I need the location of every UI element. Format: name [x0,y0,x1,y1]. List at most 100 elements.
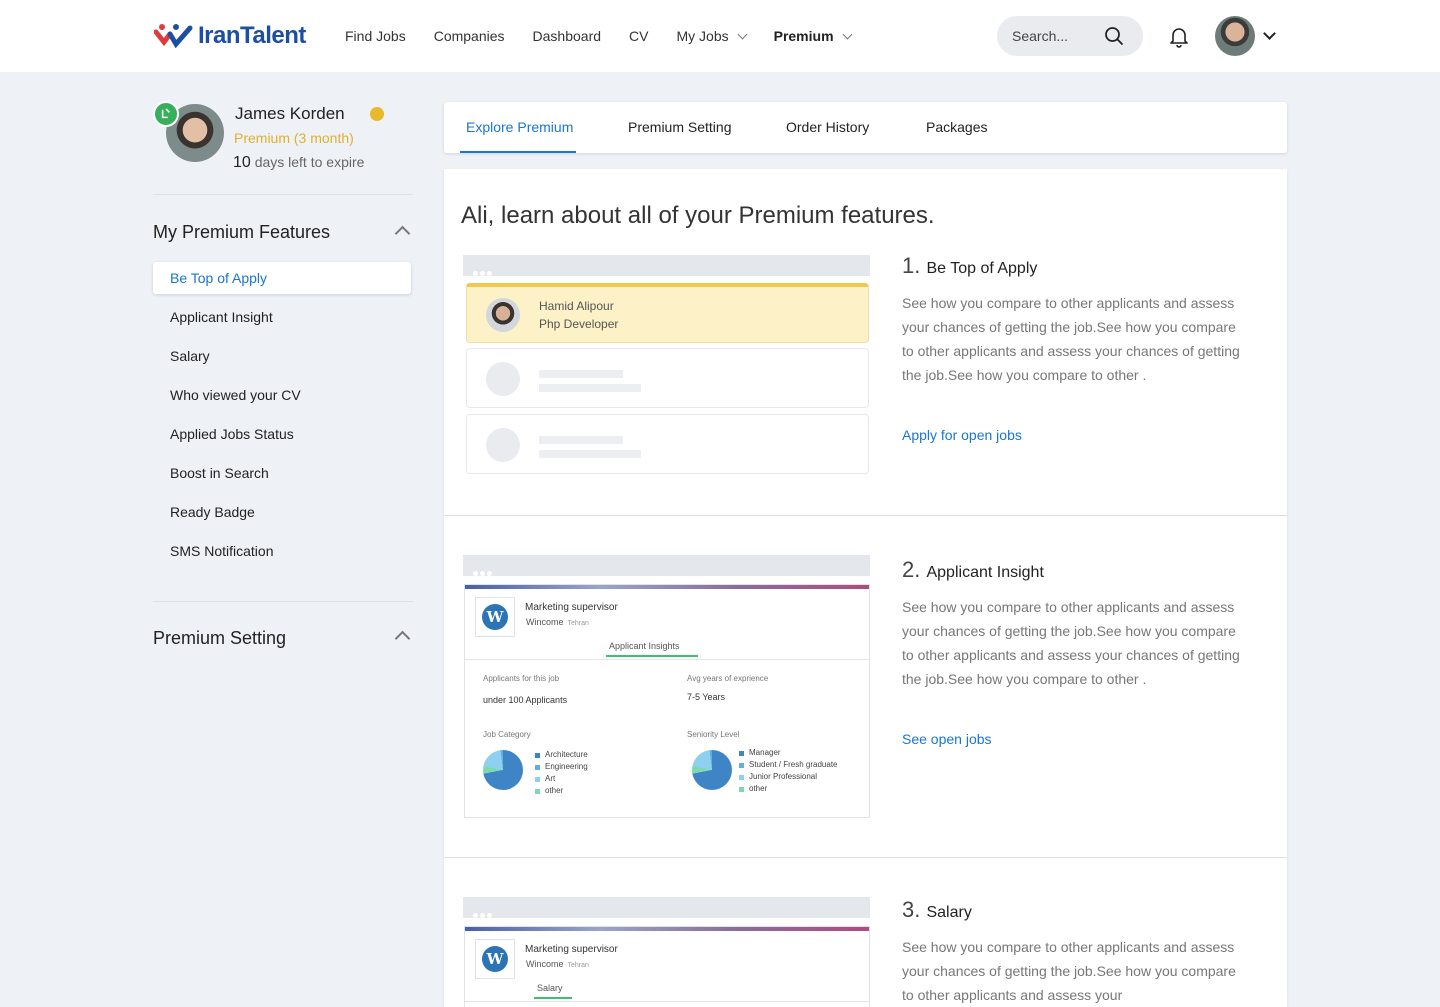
legend-item: other [535,785,588,797]
mock-city: Tehran [567,620,589,627]
active-tab-indicator [460,151,576,153]
search-box [997,16,1143,56]
gradient-bar [465,927,869,931]
sidebar-item-sms-notification[interactable]: SMS Notification [153,535,411,574]
search-icon[interactable] [1105,27,1123,45]
sidebar-item-be-top-of-apply[interactable]: Be Top of Apply [153,262,411,294]
legend-label: Student / Fresh graduate [749,760,838,769]
feature-title: Be Top of Apply [926,260,1038,277]
mock-tab-indicator [606,655,698,657]
chevron-up-icon[interactable] [394,630,411,647]
experience-label: Avg years of exprience [687,674,769,683]
bell-icon[interactable] [1167,24,1191,48]
legend-label: Engineering [545,762,588,771]
applicant-insight-mock: W Marketing supervisor Wincome Tehran App… [464,584,870,818]
nav-companies[interactable]: Companies [434,28,505,44]
company-logo: W [475,939,515,979]
nav-cv[interactable]: CV [629,28,648,44]
applicants-label: Applicants for this job [483,674,560,683]
section-divider [444,515,1287,516]
premium-features-menu: Be Top of Apply Applicant Insight Salary… [153,262,411,574]
feature-number: 1 [902,253,915,278]
sidebar-divider [153,601,413,602]
expire-label: days left to expire [254,154,365,170]
legend-label: Architecture [545,750,588,759]
legend-label: other [545,786,564,795]
chevron-down-icon [842,29,852,39]
legend-label: Manager [749,748,781,757]
top-navbar: IranTalent Find Jobs Companies Dashboard… [0,0,1440,72]
mock-tab-indicator [534,997,572,999]
feature-heading-3: 3. Salary [902,897,972,922]
legend-item: Student / Fresh graduate [739,759,838,771]
placeholder-applicant-card [466,348,869,408]
premium-tabs: Explore Premium Premium Setting Order Hi… [444,102,1287,153]
placeholder-applicant-card [466,414,869,474]
verified-badge-icon [153,101,179,127]
search-input[interactable] [1012,28,1102,44]
placeholder-line [539,370,623,378]
days-left-count: 10 [233,154,251,171]
chevron-up-icon[interactable] [394,225,411,242]
nav-my-jobs[interactable]: My Jobs [676,28,748,44]
apply-for-open-jobs-link[interactable]: Apply for open jobs [902,427,1022,443]
nav-label: CV [629,28,649,44]
mock-job-title: Marketing supervisor [525,602,618,613]
user-avatar[interactable] [1215,16,1255,56]
feature-number: 3 [902,897,915,922]
category-pie-chart [483,750,523,790]
window-dots-icon [473,905,497,918]
wordpress-icon: W [482,604,508,630]
nav-dashboard[interactable]: Dashboard [533,28,602,44]
feature-description-2: See how you compare to other applicants … [902,599,1240,687]
applicant-role: Php Developer [539,317,619,331]
tab-explore-premium[interactable]: Explore Premium [466,119,573,135]
seniority-label: Seniority Level [687,730,740,739]
feature-title: Salary [926,904,972,921]
profile-plan: Premium (3 month) [234,130,354,146]
mock-window-bar [463,897,870,918]
placeholder-line [539,450,641,458]
sidebar-item-salary[interactable]: Salary [153,340,411,379]
mock-company-name: Wincome [526,617,564,627]
salary-mock: W Marketing supervisor Wincome Tehran Sal… [464,926,870,1007]
applicants-value: under 100 Applicants [483,695,568,705]
feature-description-1: See how you compare to other applicants … [902,295,1240,383]
sidebar-item-applicant-insight[interactable]: Applicant Insight [153,301,411,340]
nav-find-jobs[interactable]: Find Jobs [345,28,406,44]
legend-item: Junior Professional [739,771,838,783]
legend-label: other [749,784,768,793]
crown-icon [370,107,384,121]
tab-order-history[interactable]: Order History [786,119,869,135]
nav-label: Dashboard [532,28,602,44]
tab-packages[interactable]: Packages [926,119,987,135]
placeholder-line [539,384,641,392]
premium-features-title[interactable]: My Premium Features [153,222,330,243]
feature-heading-1: 1. Be Top of Apply [902,253,1038,278]
feature-heading-2: 2. Applicant Insight [902,557,1044,582]
sidebar-item-ready-badge[interactable]: Ready Badge [153,496,411,535]
applicant-avatar [486,298,520,332]
window-dots-icon [473,263,497,276]
mock-window-bar [463,255,870,276]
legend-item: other [739,783,838,795]
mock-divider [465,1001,869,1002]
wordpress-icon: W [482,946,508,972]
premium-setting-title[interactable]: Premium Setting [153,628,286,649]
sidebar-item-boost-in-search[interactable]: Boost in Search [153,457,411,496]
nav-label: My Jobs [676,28,729,44]
sidebar-item-who-viewed-cv[interactable]: Who viewed your CV [153,379,411,418]
mock-city: Tehran [567,962,589,969]
tab-premium-setting[interactable]: Premium Setting [628,119,731,135]
chevron-down-icon[interactable] [1263,27,1276,40]
page-title: Ali, learn about all of your Premium fea… [461,202,935,229]
legend-item: Art [535,773,588,785]
see-open-jobs-link[interactable]: See open jobs [902,731,992,747]
experience-value: 7-5 Years [687,692,726,702]
profile-expire: 10 days left to expire [233,154,364,172]
sidebar-item-applied-jobs-status[interactable]: Applied Jobs Status [153,418,411,457]
applicant-name: Hamid Alipour [539,299,614,313]
nav-premium[interactable]: Premium [774,28,852,44]
logo[interactable]: IranTalent [154,22,306,50]
mock-company: Wincome Tehran [526,617,589,627]
